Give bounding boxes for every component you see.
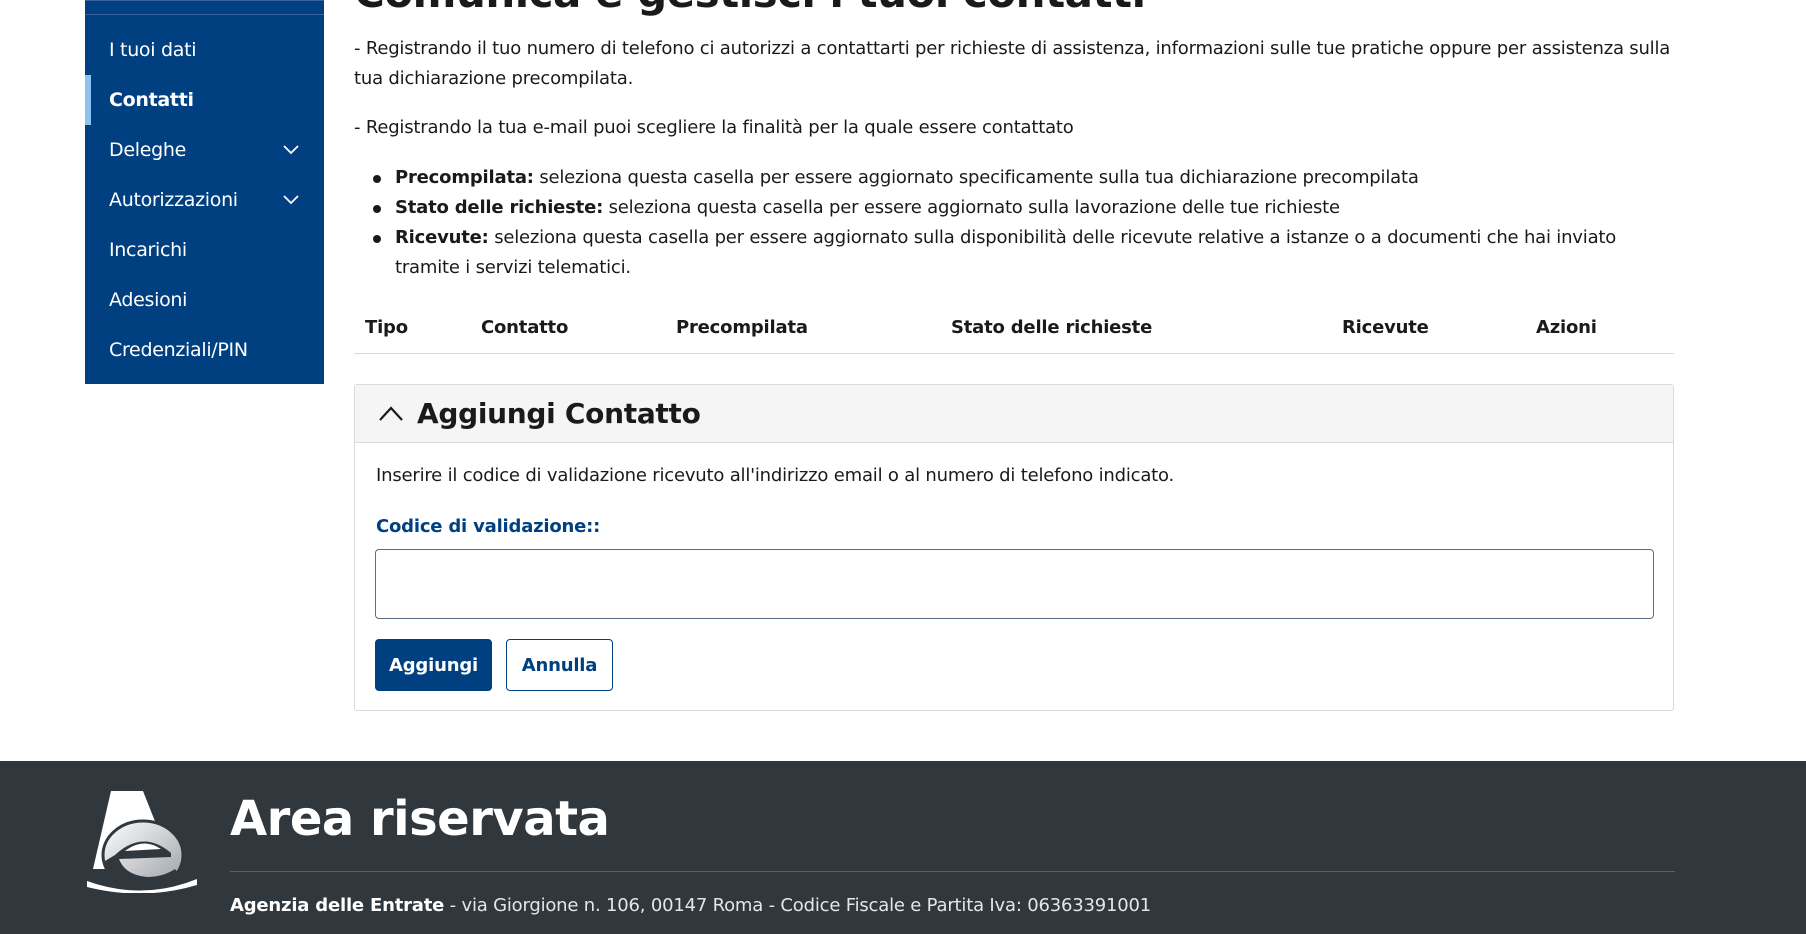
list-item-term: Precompilata: [395, 167, 534, 188]
list-item: Stato delle richieste: seleziona questa … [354, 193, 1674, 223]
sidebar-item-label: Credenziali/PIN [109, 339, 248, 361]
list-item-text: seleziona questa casella per essere aggi… [395, 227, 1617, 278]
sidebar-item-label: Incarichi [109, 239, 187, 261]
footer-divider [230, 871, 1675, 872]
sidebar-item-adesioni[interactable]: Adesioni [85, 275, 324, 325]
sidebar-item-deleghe[interactable]: Deleghe [85, 125, 324, 175]
sidebar-item-label: Deleghe [109, 139, 186, 161]
chevron-up-icon [379, 406, 403, 421]
footer: Area riservata Agenzia delle Entrate - v… [0, 761, 1806, 934]
accordion-description: Inserire il codice di validazione ricevu… [376, 465, 1175, 486]
list-item-term: Ricevute: [395, 227, 489, 248]
purpose-list: Precompilata: seleziona questa casella p… [354, 163, 1674, 283]
footer-title: Area riservata [230, 791, 610, 847]
footer-address-text: - via Giorgione n. 106, 00147 Roma - Cod… [444, 895, 1152, 916]
sidebar-nav: I tuoi dati Contatti Deleghe Autorizzazi… [85, 0, 324, 384]
cancel-button[interactable]: Annulla [506, 639, 613, 691]
accordion-title: Aggiungi Contatto [417, 397, 701, 430]
list-item-text: seleziona questa casella per essere aggi… [533, 167, 1419, 188]
add-button[interactable]: Aggiungi [375, 639, 492, 691]
page-title: Comunica e gestisci i tuoi contatti [354, 0, 1146, 17]
list-item-text: seleziona questa casella per essere aggi… [603, 197, 1341, 218]
list-item: Precompilata: seleziona questa casella p… [354, 163, 1674, 193]
column-header-stato-richieste: Stato delle richieste [951, 317, 1153, 338]
footer-address: Agenzia delle Entrate - via Giorgione n.… [230, 895, 1151, 916]
accordion-header[interactable]: Aggiungi Contatto [355, 385, 1673, 443]
list-item-term: Stato delle richieste: [395, 197, 604, 218]
sidebar-item-contatti[interactable]: Contatti [85, 75, 324, 125]
sidebar-item-label: Contatti [109, 89, 194, 111]
intro-phone-text: - Registrando il tuo numero di telefono … [354, 38, 1671, 89]
list-item: Ricevute: seleziona questa casella per e… [354, 223, 1674, 283]
column-header-azioni: Azioni [1536, 317, 1597, 338]
sidebar-item-tuoi-dati[interactable]: I tuoi dati [85, 25, 324, 75]
sidebar-item-credenziali-pin[interactable]: Credenziali/PIN [85, 325, 324, 375]
agenzia-entrate-logo-icon [87, 791, 197, 893]
sidebar-item-label: I tuoi dati [109, 39, 197, 61]
add-contact-accordion: Aggiungi Contatto Inserire il codice di … [354, 384, 1674, 711]
sidebar-divider [85, 14, 324, 15]
column-header-tipo: Tipo [365, 317, 408, 338]
chevron-down-icon[interactable] [282, 192, 300, 206]
sidebar-item-autorizzazioni[interactable]: Autorizzazioni [85, 175, 324, 225]
contacts-table-header: Tipo Contatto Precompilata Stato delle r… [354, 312, 1674, 354]
sidebar-item-incarichi[interactable]: Incarichi [85, 225, 324, 275]
intro-email-text: - Registrando la tua e-mail puoi sceglie… [354, 117, 1074, 138]
column-header-precompilata: Precompilata [676, 317, 808, 338]
validation-code-input[interactable] [375, 549, 1654, 619]
sidebar-item-label: Autorizzazioni [109, 189, 238, 211]
column-header-ricevute: Ricevute [1342, 317, 1429, 338]
validation-code-label: Codice di validazione:: [376, 516, 601, 537]
chevron-down-icon[interactable] [282, 142, 300, 156]
column-header-contatto: Contatto [481, 317, 569, 338]
sidebar-item-label: Adesioni [109, 289, 188, 311]
footer-org-name: Agenzia delle Entrate [230, 895, 445, 916]
